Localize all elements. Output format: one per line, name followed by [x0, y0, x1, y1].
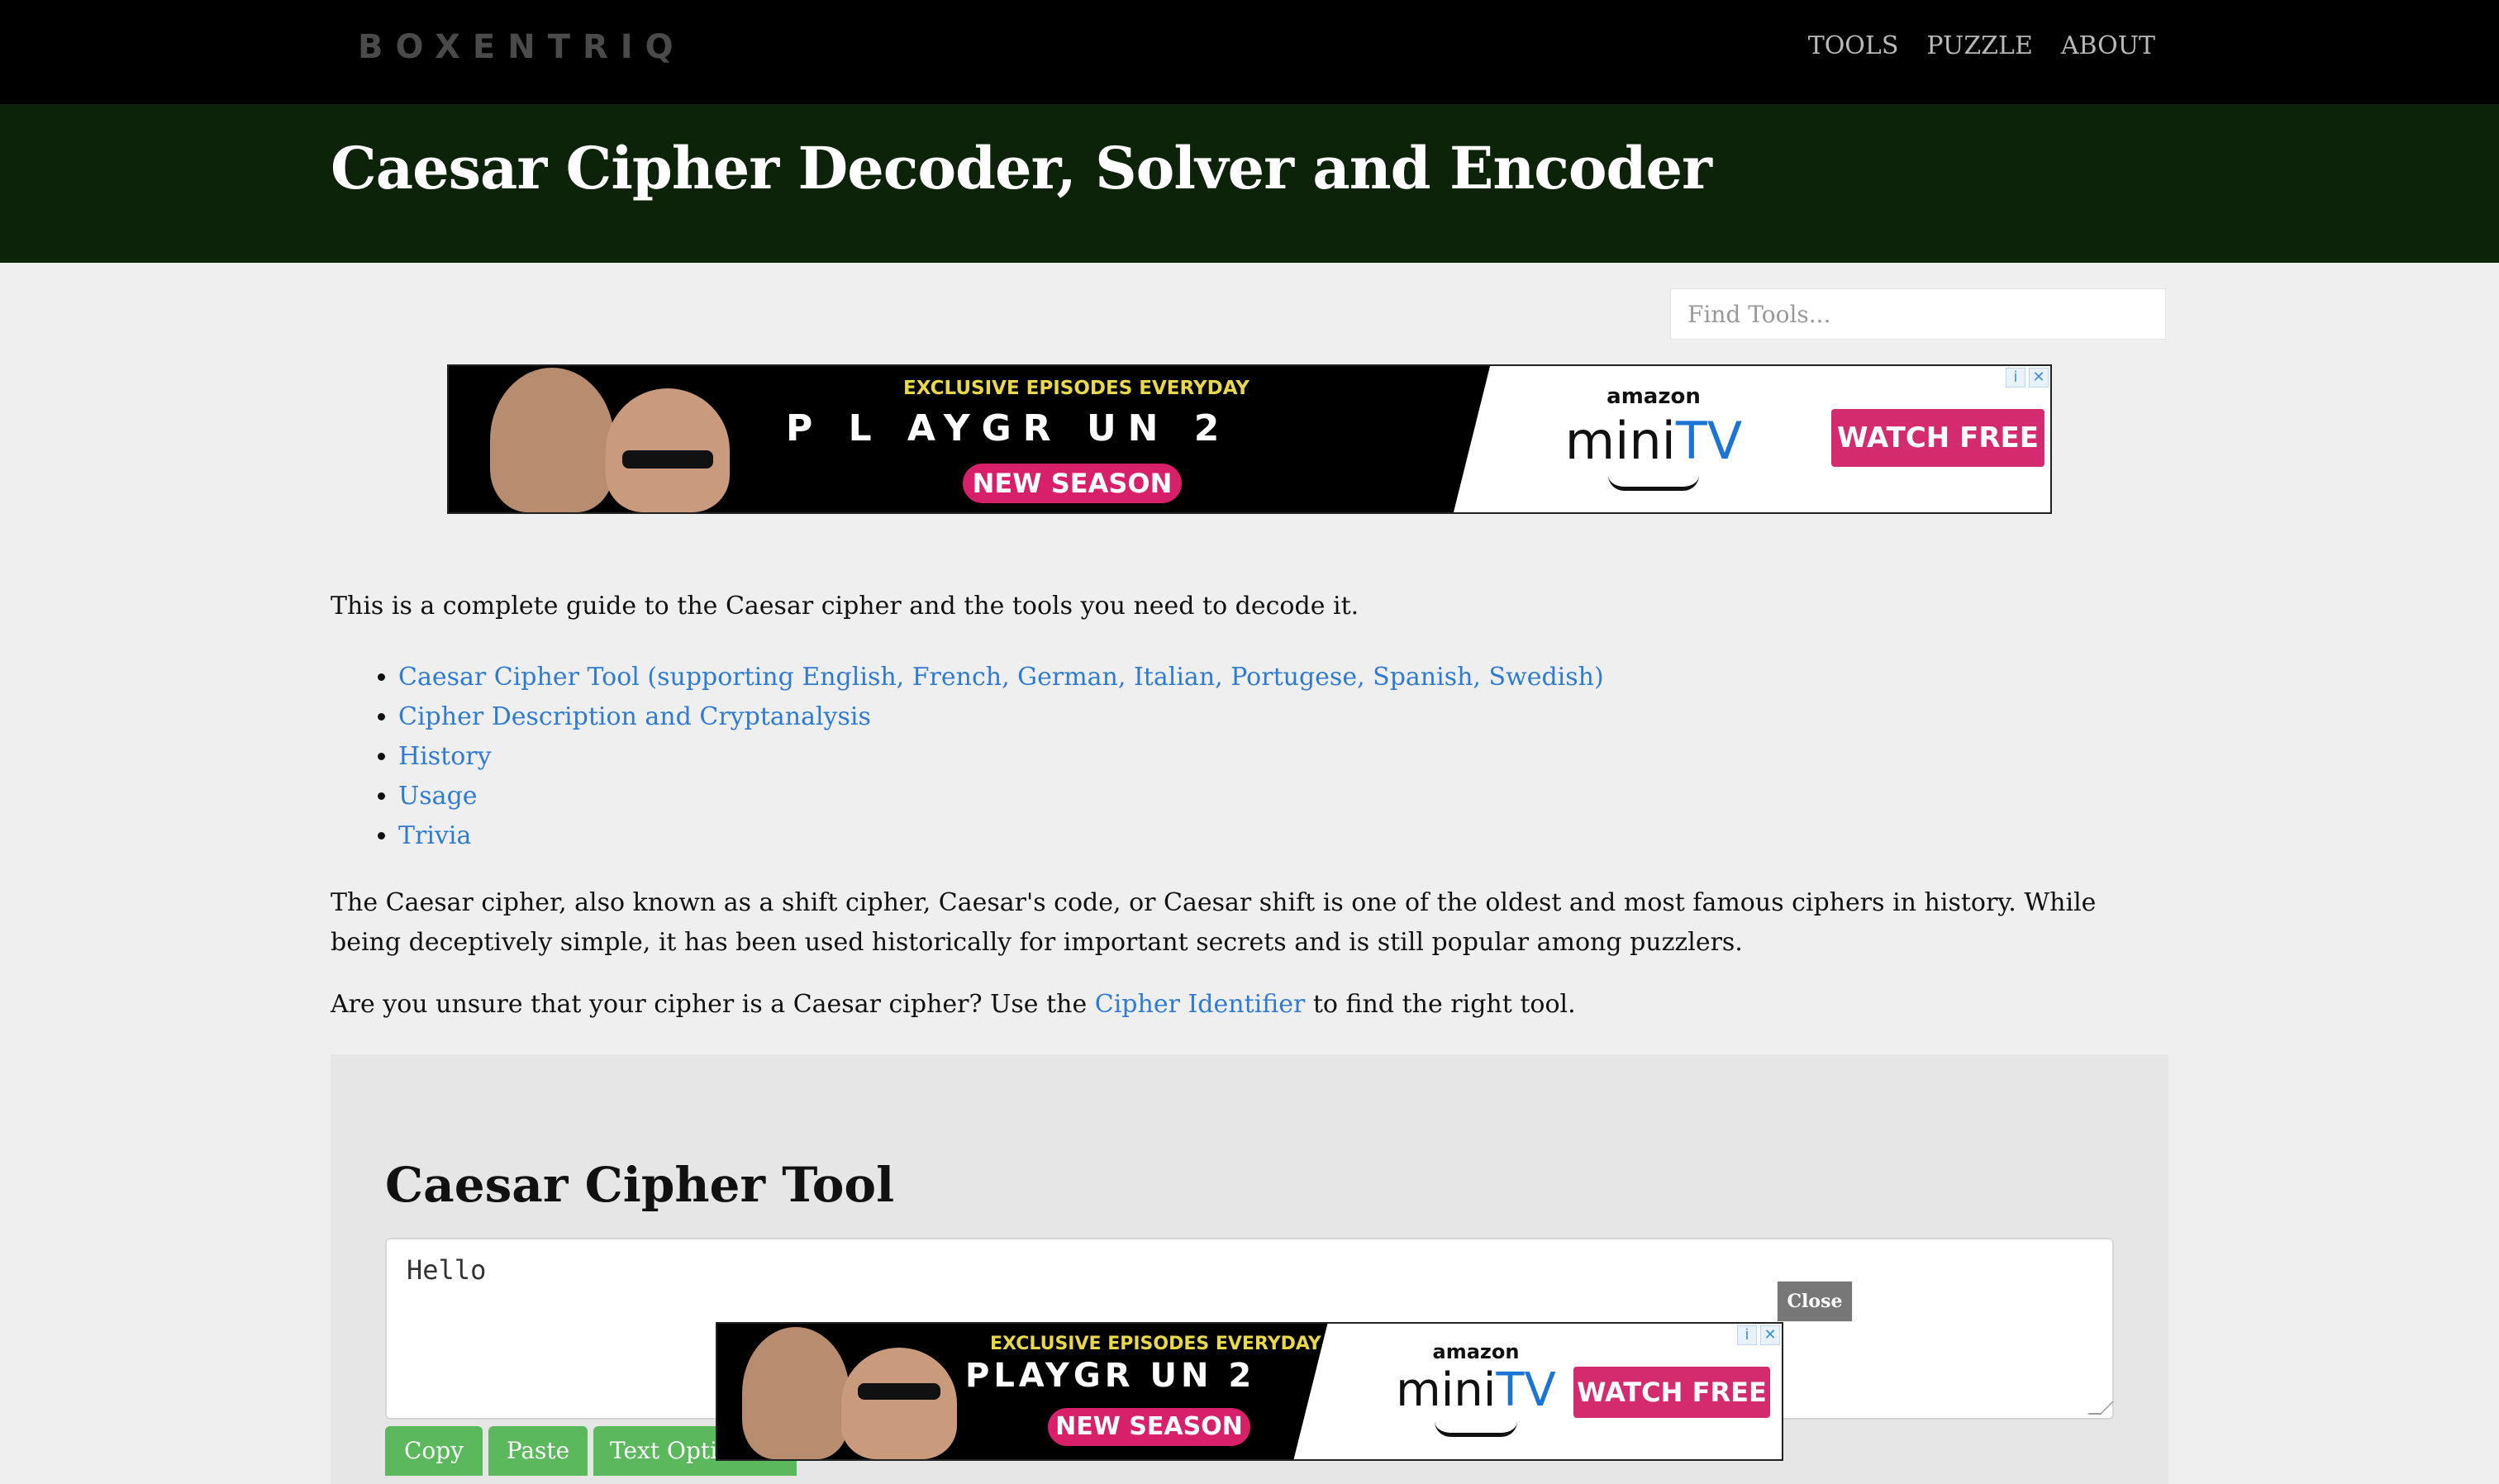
ad-amazon-smile-icon: [1608, 475, 1699, 491]
ad-brand-prefix: mini: [1564, 411, 1676, 471]
ad-info-icon[interactable]: i: [2006, 368, 2025, 388]
ad-controls: i ✕: [1737, 1325, 1780, 1345]
ad-close-icon[interactable]: ✕: [2029, 368, 2049, 388]
ad-controls: i ✕: [2006, 368, 2049, 388]
sticky-bottom-ad[interactable]: EXCLUSIVE EPISODES EVERYDAY PLAYGR UN 2 …: [716, 1322, 1783, 1461]
ad-amazon-wordmark: amazon: [1606, 384, 1701, 409]
ad-new-season-badge: NEW SEASON: [1048, 1408, 1250, 1446]
toc-link-usage[interactable]: Usage: [398, 782, 478, 811]
toc-item: History: [398, 737, 1604, 777]
ad-watch-free-button[interactable]: WATCH FREE: [1573, 1367, 1770, 1418]
page-title: Caesar Cipher Decoder, Solver and Encode…: [331, 134, 1712, 202]
ad-show-title: PLAYGR UN 2: [965, 1357, 1256, 1395]
toc-item: Cipher Description and Cryptanalysis: [398, 697, 1604, 737]
cipher-identifier-link[interactable]: Cipher Identifier: [1095, 990, 1306, 1019]
ad-people-image: [742, 1324, 965, 1459]
toc-link-history[interactable]: History: [398, 742, 492, 771]
ad-show-title: P L AYGR UN 2: [786, 407, 1231, 449]
copy-button[interactable]: Copy: [385, 1426, 483, 1476]
top-navbar: BOXENTRIQ TOOLS PUZZLE ABOUT: [0, 0, 2499, 104]
toc-item: Trivia: [398, 816, 1604, 856]
toc-item: Usage: [398, 777, 1604, 816]
ad-right-panel: amazon miniTV WATCH FREE: [1505, 366, 2050, 512]
ad-info-icon[interactable]: i: [1737, 1325, 1757, 1345]
description-paragraph: The Caesar cipher, also known as a shift…: [331, 888, 2097, 957]
ad-brand-suffix: TV: [1675, 411, 1743, 471]
top-banner-ad[interactable]: EXCLUSIVE EPISODES EVERYDAY P L AYGR UN …: [447, 364, 2052, 514]
ad-brand-suffix: TV: [1496, 1363, 1556, 1417]
ad-minitv-logo: miniTV: [1377, 1363, 1575, 1417]
intro-paragraph: This is a complete guide to the Caesar c…: [331, 592, 1359, 621]
ad-amazon-wordmark: amazon: [1432, 1340, 1520, 1363]
find-tools-search-input[interactable]: [1670, 288, 2166, 340]
ad-left-panel: EXCLUSIVE EPISODES EVERYDAY P L AYGR UN …: [449, 366, 1490, 512]
ad-tagline: EXCLUSIVE EPISODES EVERYDAY: [903, 378, 1250, 399]
ad-brand-prefix: mini: [1396, 1363, 1497, 1417]
nav-link-about[interactable]: ABOUT: [2061, 31, 2155, 60]
ad-close-button[interactable]: Close X: [1777, 1281, 1853, 1352]
ad-people-image: [482, 366, 754, 512]
site-logo[interactable]: BOXENTRIQ: [358, 28, 686, 66]
nav-links: TOOLS PUZZLE ABOUT: [1808, 31, 2155, 60]
toc-link-caesar-tool[interactable]: Caesar Cipher Tool (supporting English, …: [398, 663, 1604, 692]
toc-item: Caesar Cipher Tool (supporting English, …: [398, 658, 1604, 697]
toc-link-trivia[interactable]: Trivia: [398, 821, 471, 850]
nav-link-tools[interactable]: TOOLS: [1808, 31, 1899, 60]
unsure-text-after: to find the right tool.: [1305, 990, 1576, 1019]
ad-tagline: EXCLUSIVE EPISODES EVERYDAY: [990, 1334, 1321, 1354]
toc-link-description[interactable]: Cipher Description and Cryptanalysis: [398, 702, 871, 731]
unsure-text-before: Are you unsure that your cipher is a Cae…: [331, 990, 1095, 1019]
ad-left-panel: EXCLUSIVE EPISODES EVERYDAY PLAYGR UN 2 …: [717, 1324, 1345, 1459]
ad-right-panel: amazon miniTV WATCH FREE: [1344, 1324, 1782, 1459]
ad-watch-free-button[interactable]: WATCH FREE: [1831, 409, 2044, 467]
ad-minitv-logo: miniTV: [1546, 411, 1761, 471]
ad-amazon-smile-icon: [1435, 1421, 1517, 1437]
tool-title: Caesar Cipher Tool: [385, 1157, 895, 1213]
nav-link-puzzle[interactable]: PUZZLE: [1926, 31, 2032, 60]
table-of-contents: Caesar Cipher Tool (supporting English, …: [331, 658, 1604, 856]
cipher-identifier-paragraph: Are you unsure that your cipher is a Cae…: [331, 990, 1576, 1019]
title-banner: Caesar Cipher Decoder, Solver and Encode…: [0, 104, 2499, 263]
paste-button[interactable]: Paste: [488, 1426, 588, 1476]
ad-new-season-badge: NEW SEASON: [963, 464, 1182, 503]
ad-close-icon[interactable]: ✕: [1760, 1325, 1780, 1345]
